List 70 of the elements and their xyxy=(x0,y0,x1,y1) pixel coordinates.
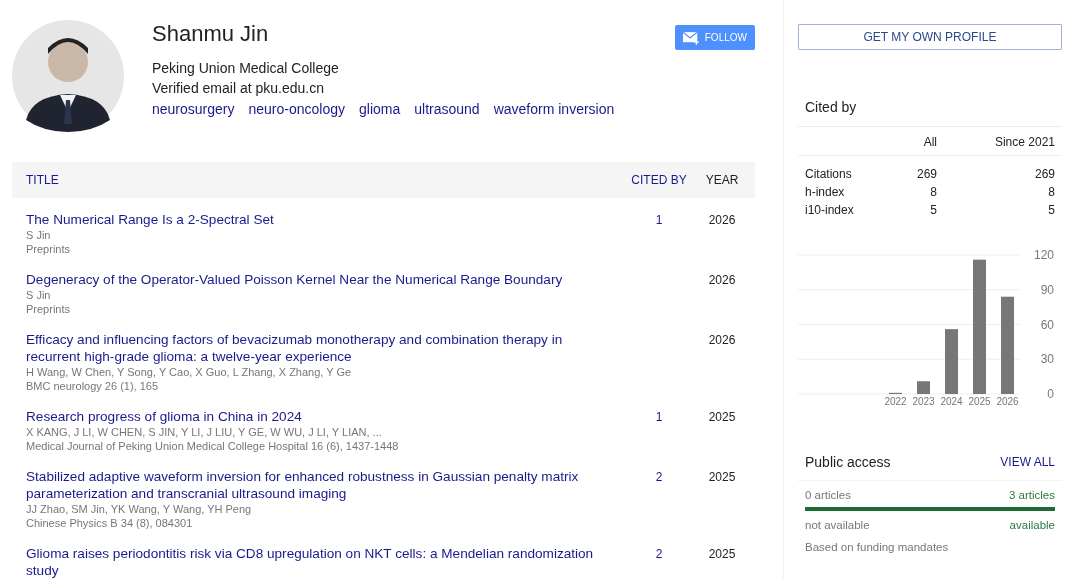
interest-link[interactable]: neuro-oncology xyxy=(248,101,345,117)
article-year: 2026 xyxy=(707,272,737,289)
article-title-link[interactable]: Degeneracy of the Operator-Valued Poisson Kernel Near the Numerical Range Boundary xyxy=(26,271,619,288)
axis-tick-label: 0 xyxy=(1047,387,1054,401)
article-venue: Preprints xyxy=(26,242,72,256)
article-venue: BMC neurology 26 (1), 165 xyxy=(26,379,160,393)
verified-email: Verified email at pku.edu.cn xyxy=(152,79,325,97)
profile-name: Shanmu Jin xyxy=(152,21,270,47)
citation-count-link[interactable]: 1 xyxy=(655,213,663,227)
available-label: available xyxy=(1009,519,1055,531)
column-header: All xyxy=(922,135,937,149)
interest-link[interactable]: neurosurgery xyxy=(152,101,235,117)
metric-value: 8 xyxy=(1047,184,1055,201)
article-year: 2025 xyxy=(707,469,737,486)
column-header: YEAR xyxy=(704,173,740,187)
mail-icon xyxy=(683,30,700,45)
article-title-link[interactable]: Glioma raises periodontitis risk via CD8 upregulation on NKT cells: a Mendelian randomization study xyxy=(26,545,619,579)
article-authors: S Jin xyxy=(26,228,52,242)
axis-tick-label: 30 xyxy=(1040,352,1054,367)
axis-tick-label: 2023 xyxy=(912,396,935,407)
article-venue: Preprints xyxy=(26,302,72,316)
metric-value: 269 xyxy=(1033,166,1055,183)
metric-label: i10-index xyxy=(805,202,855,219)
citation-count-link[interactable]: 2 xyxy=(655,547,663,561)
interest-link[interactable]: ultrasound xyxy=(414,101,480,117)
view-all-link[interactable]: VIEW ALL xyxy=(1000,455,1055,469)
chart-bar xyxy=(917,381,930,394)
citation-count-link[interactable]: 1 xyxy=(655,410,663,424)
available-count: 3 articles xyxy=(1008,489,1055,501)
citation-count-link[interactable]: 2 xyxy=(655,470,663,484)
article-venue: Medical Journal of Peking Union Medical College Hospital 16 (6), 1437-1448 xyxy=(26,439,400,453)
article-year: 2026 xyxy=(707,332,737,349)
section-title: Public access xyxy=(805,454,891,470)
not-available-count: 0 articles xyxy=(805,489,852,501)
article-title-link[interactable]: The Numerical Range Is a 2-Spectral Set xyxy=(26,211,619,228)
article-authors: X KANG, J LI, W CHEN, S JIN, Y LI, J LIU, Y GE, W WU, J LI, Y LIAN, ... xyxy=(26,425,383,439)
metric-value: 269 xyxy=(915,166,937,183)
column-header: Since 2021 xyxy=(993,135,1055,149)
article-year: 2026 xyxy=(707,212,737,229)
metric-value: 5 xyxy=(1047,202,1055,219)
article-authors: JJ Zhao, SM Jin, YK Wang, Y Wang, YH Peng xyxy=(26,502,253,516)
mandates-note: Based on funding mandates xyxy=(804,541,950,553)
article-title-link[interactable]: Efficacy and influencing factors of bevacizumab monotherapy and combination therapy in recurrent high-grade glioma: a twelve-year experience xyxy=(26,331,619,365)
axis-tick-label: 2022 xyxy=(884,396,907,407)
metric-value: 5 xyxy=(929,202,937,219)
article-authors: H Wang, W Chen, Y Song, Y Cao, X Guo, L Zhang, X Zhang, Y Ge xyxy=(26,365,353,379)
axis-tick-label: 2026 xyxy=(996,396,1019,407)
article-year: 2025 xyxy=(707,409,737,426)
axis-tick-label: 2024 xyxy=(940,396,963,407)
not-available-label: not available xyxy=(805,519,870,531)
axis-tick-label: 2025 xyxy=(968,396,991,407)
article-title-link[interactable]: Research progress of glioma in China in 2024 xyxy=(26,408,619,425)
article-year: 2025 xyxy=(707,546,737,563)
axis-tick-label: 60 xyxy=(1040,317,1054,332)
axis-tick-label: 90 xyxy=(1040,282,1054,297)
chart-bar xyxy=(945,329,958,394)
article-title-link[interactable]: Stabilized adaptive waveform inversion for enhanced robustness in Gaussian penalty matrix parameterization and transcranial ultrasound imaging xyxy=(26,468,619,502)
article-authors: S Jin xyxy=(26,288,52,302)
section-title: Cited by xyxy=(798,99,1062,127)
column-header[interactable]: CITED BY xyxy=(629,173,689,187)
interest-link[interactable]: waveform inversion xyxy=(493,101,615,117)
metric-label: h-index xyxy=(805,184,846,201)
column-header[interactable]: TITLE xyxy=(12,173,629,187)
metric-label: Citations xyxy=(805,166,853,183)
article-venue: Chinese Physics B 34 (8), 084301 xyxy=(26,516,194,530)
get-profile-button[interactable]: GET MY OWN PROFILE xyxy=(798,24,1062,50)
affiliation: Peking Union Medical College xyxy=(152,59,340,77)
interest-link[interactable]: glioma xyxy=(359,101,401,117)
metric-value: 8 xyxy=(929,184,937,201)
axis-tick-label: 120 xyxy=(1033,248,1054,262)
